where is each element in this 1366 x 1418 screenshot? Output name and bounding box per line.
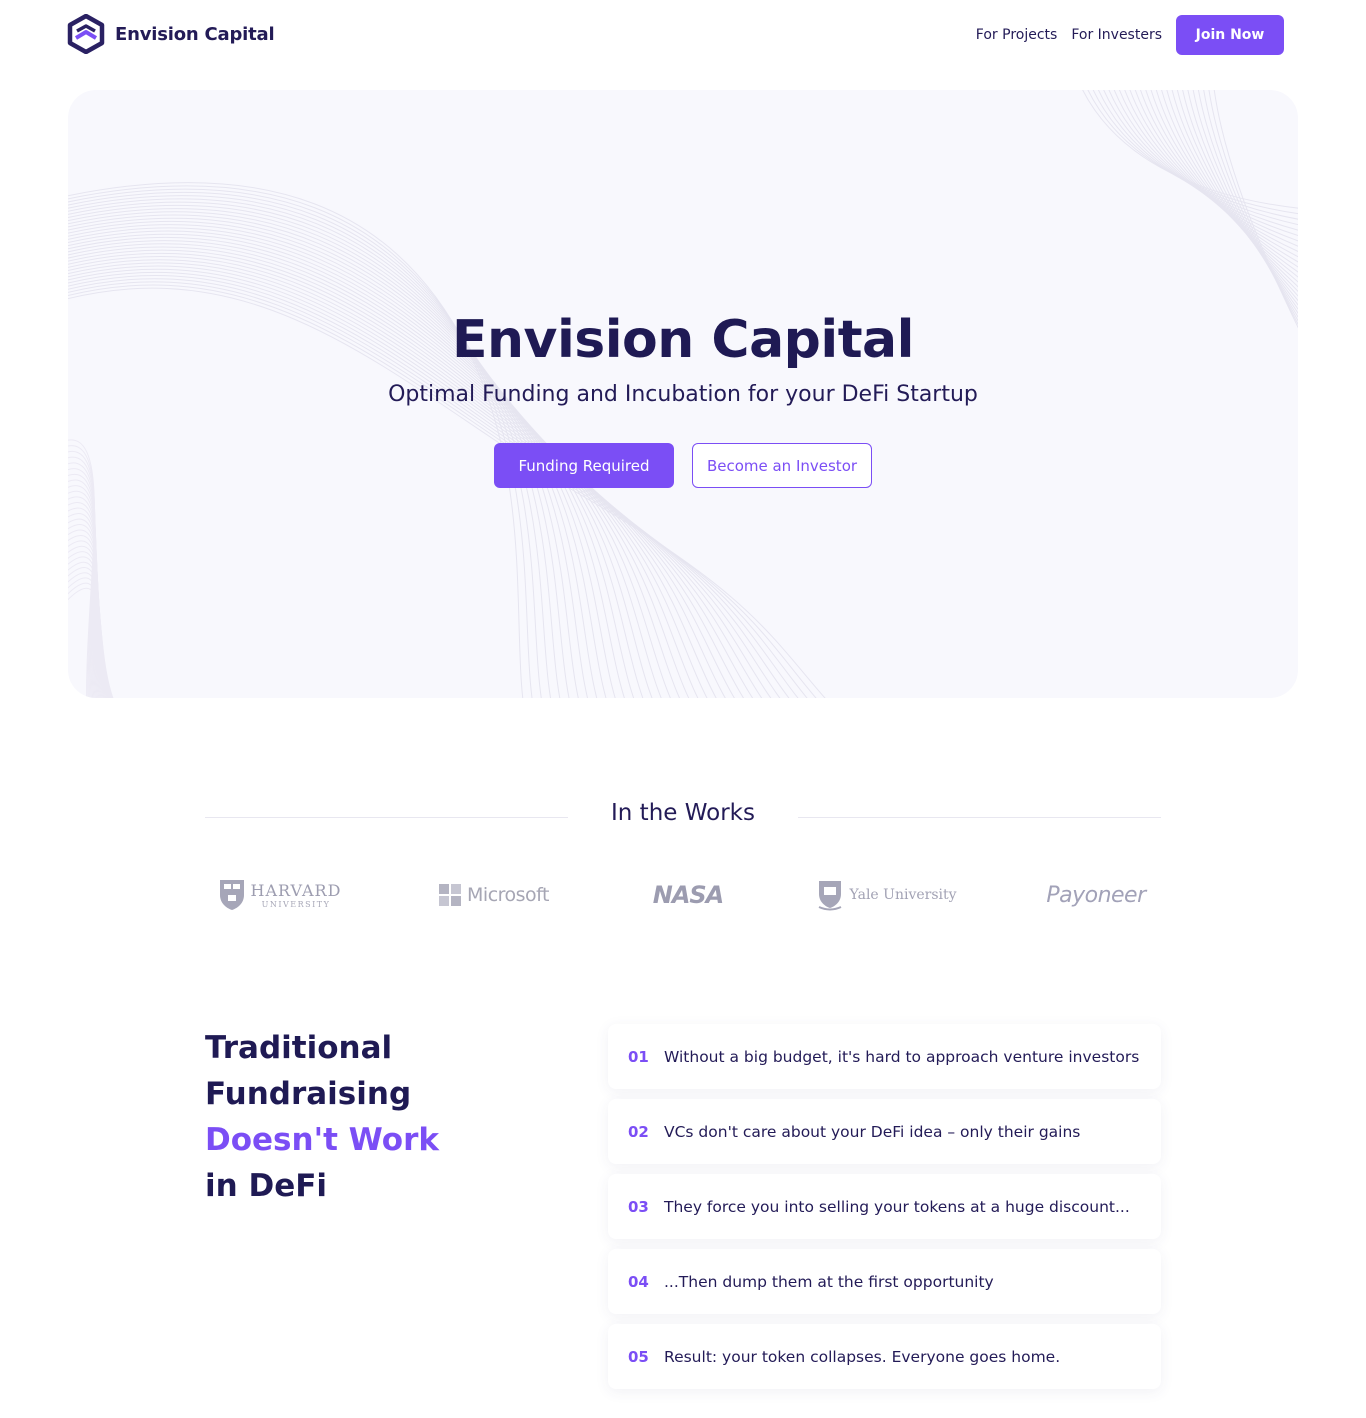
reason-card: 02 VCs don't care about your DeFi idea –… [608, 1099, 1161, 1164]
reason-number: 01 [628, 1047, 649, 1066]
hero-buttons: Funding Required Become an Investor [68, 443, 1298, 488]
yale-wordmark: Yale University [849, 887, 957, 903]
microsoft-windows-icon [439, 884, 462, 906]
become-investor-button[interactable]: Become an Investor [692, 443, 872, 488]
hero-title: Envision Capital [452, 310, 914, 370]
trad-title-line3: in DeFi [205, 1168, 328, 1204]
reason-number: 03 [628, 1197, 649, 1216]
in-the-works-heading: In the Works [205, 800, 1161, 840]
reason-number: 02 [628, 1122, 649, 1141]
traditional-fundraising-title: Traditional Fundraising Doesn't Work in … [205, 1025, 585, 1209]
reason-number: 04 [628, 1272, 649, 1291]
trad-title-line2: Doesn't Work [205, 1122, 439, 1158]
harvard-university: UNIVERSITY [261, 900, 331, 909]
nav-for-projects[interactable]: For Projects [976, 27, 1058, 43]
nasa-wordmark: NASA [652, 881, 725, 909]
reason-text: Result: your token collapses. Everyone g… [664, 1347, 1061, 1366]
funding-required-button[interactable]: Funding Required [494, 443, 674, 488]
yale-crest-icon [819, 881, 842, 911]
hero-section: Envision Capital Optimal Funding and Inc… [68, 90, 1298, 698]
reason-text: They force you into selling your tokens … [664, 1197, 1130, 1216]
reason-text: ...Then dump them at the first opportuni… [664, 1272, 994, 1291]
partner-logos: HARVARD UNIVERSITY Microsoft NASA Yale U… [205, 870, 1161, 920]
harvard-wordmark: HARVARD UNIVERSITY [251, 881, 342, 909]
reason-card: 04 ...Then dump them at the first opport… [608, 1249, 1161, 1314]
payoneer-wordmark: Payoneer [1046, 882, 1146, 908]
reasons-list: 01 Without a big budget, it's hard to ap… [608, 1024, 1161, 1399]
site-header: Envision Capital For Projects For Invest… [0, 0, 1366, 70]
microsoft-logo: Microsoft [424, 872, 564, 918]
harvard-shield-icon [219, 880, 244, 910]
main-nav: For Projects For Investers Join Now [976, 15, 1284, 55]
harvard-logo: HARVARD UNIVERSITY [205, 872, 355, 918]
reason-card: 03 They force you into selling your toke… [608, 1174, 1161, 1239]
reason-card: 05 Result: your token collapses. Everyon… [608, 1324, 1161, 1389]
payoneer-logo: Payoneer [1031, 872, 1161, 918]
nav-for-investers[interactable]: For Investers [1071, 27, 1162, 43]
reason-text: VCs don't care about your DeFi idea – on… [664, 1122, 1081, 1141]
divider-right [798, 817, 1161, 818]
reason-number: 05 [628, 1347, 649, 1366]
harvard-name: HARVARD [250, 881, 342, 900]
nasa-logo: NASA [633, 872, 743, 918]
hero-subtitle: Optimal Funding and Incubation for your … [388, 382, 978, 407]
microsoft-wordmark: Microsoft [467, 884, 549, 906]
reason-text: Without a big budget, it's hard to appro… [664, 1047, 1140, 1066]
logo-icon [67, 14, 105, 54]
yale-logo: Yale University [812, 872, 962, 918]
brand[interactable]: Envision Capital [67, 14, 275, 54]
brand-name: Envision Capital [115, 23, 275, 45]
reason-card: 01 Without a big budget, it's hard to ap… [608, 1024, 1161, 1089]
join-now-button[interactable]: Join Now [1176, 15, 1284, 55]
trad-title-line1: Traditional Fundraising [205, 1030, 412, 1112]
works-title: In the Works [611, 800, 755, 826]
